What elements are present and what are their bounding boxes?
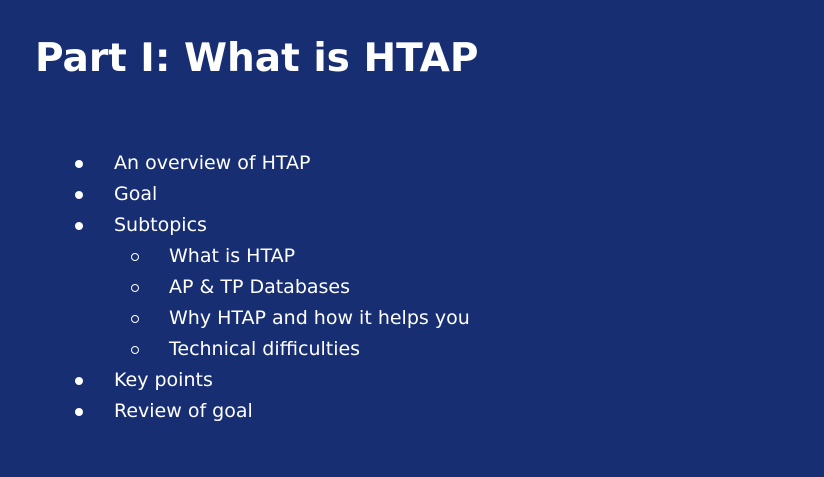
sub-item-text: Technical difficulties <box>169 338 361 360</box>
hollow-circle-icon <box>131 346 139 354</box>
bullet-dot-icon <box>75 160 83 168</box>
slide: Part I: What is HTAP An overview of HTAP… <box>0 0 824 477</box>
sub-item-text: What is HTAP <box>169 245 296 267</box>
bullet-text: Goal <box>114 183 158 205</box>
hollow-circle-icon <box>131 284 139 292</box>
bullet-dot-icon <box>75 377 83 385</box>
sub-item-text: Why HTAP and how it helps you <box>169 307 470 329</box>
bullet-dot-icon <box>75 191 83 199</box>
slide-title: Part I: What is HTAP <box>35 36 479 81</box>
bullet-text: Review of goal <box>114 400 253 422</box>
bullet-text: Subtopics <box>114 214 207 236</box>
bullet-dot-icon <box>75 222 83 230</box>
hollow-circle-icon <box>131 315 139 323</box>
sub-item-text: AP & TP Databases <box>169 276 351 298</box>
bullet-text: Key points <box>114 369 213 391</box>
bullet-text: An overview of HTAP <box>114 152 311 174</box>
bullet-dot-icon <box>75 408 83 416</box>
hollow-circle-icon <box>131 253 139 261</box>
